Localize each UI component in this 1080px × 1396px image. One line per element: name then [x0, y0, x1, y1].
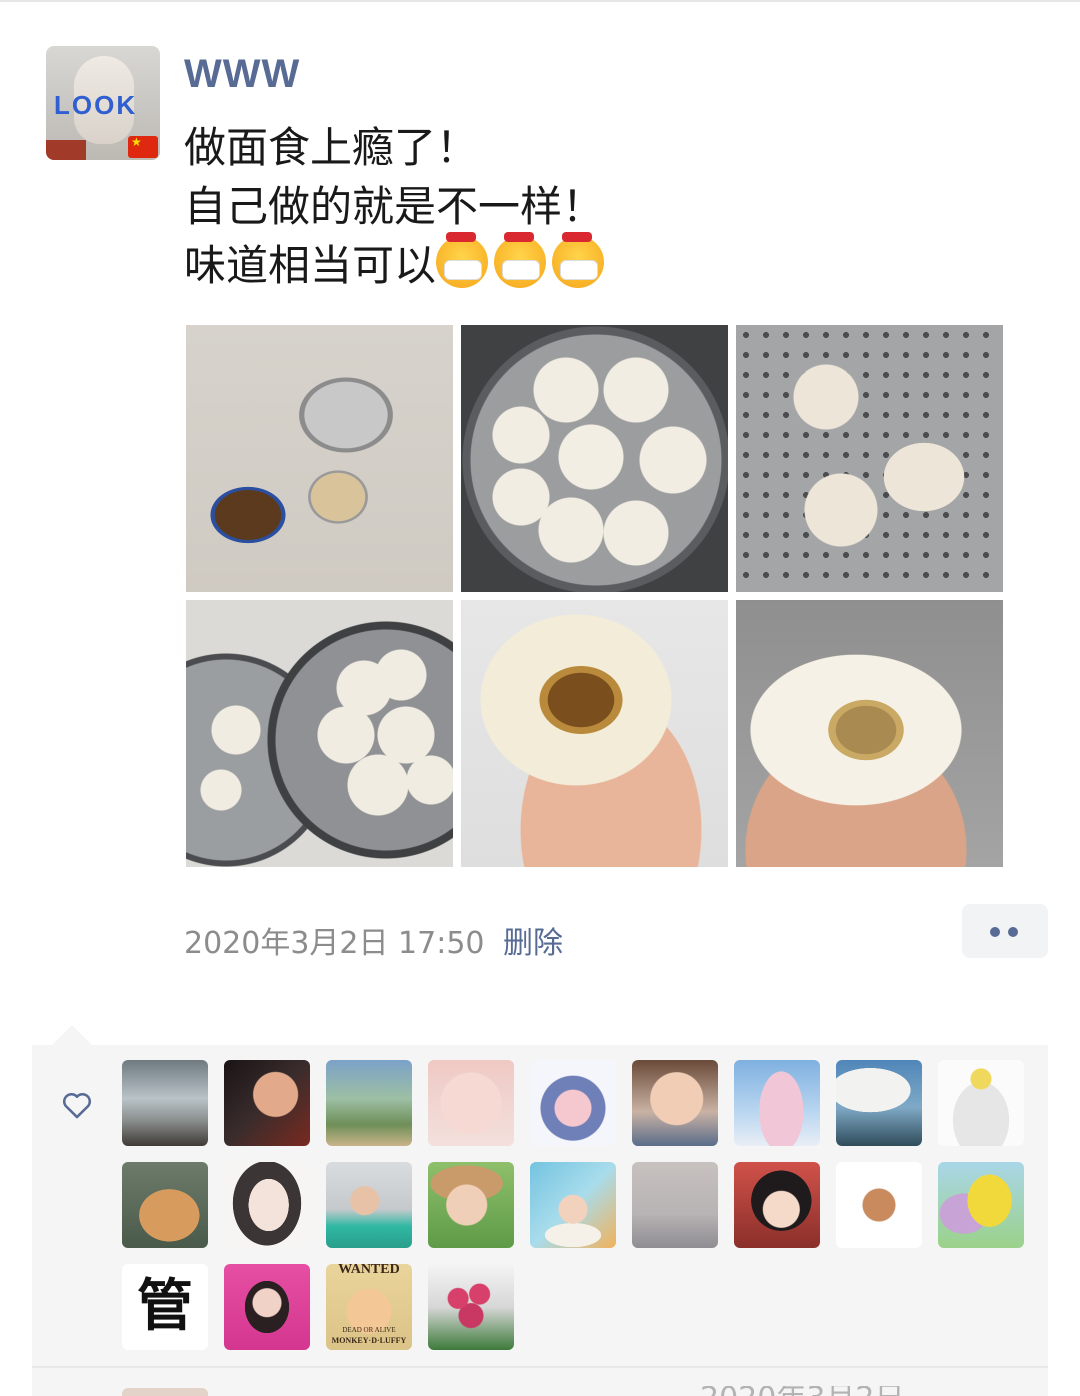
wanted-text: WANTED [338, 1264, 400, 1277]
comment-timestamp-text: 2020年3月2日 17:51 [700, 1386, 905, 1396]
username-link[interactable]: WWW [184, 52, 300, 97]
liker-avatar[interactable] [428, 1162, 514, 1248]
liker-avatar[interactable] [326, 1162, 412, 1248]
liker-avatar[interactable] [632, 1060, 718, 1146]
liker-avatar[interactable] [326, 1060, 412, 1146]
liker-avatar[interactable] [836, 1162, 922, 1248]
post-text: 做面食上瘾了！ 自己做的就是不一样！ 味道相当可以 [184, 118, 1024, 295]
liker-avatar[interactable] [122, 1162, 208, 1248]
liker-avatar[interactable]: WANTED DEAD OR ALIVE MONKEY·D·LUFFY [326, 1264, 412, 1350]
liker-avatar[interactable] [428, 1264, 514, 1350]
mask-face-emoji [552, 232, 605, 288]
liker-avatar[interactable] [428, 1060, 514, 1146]
commenter-avatar[interactable] [122, 1388, 208, 1396]
photo-2-steamer-buns[interactable] [461, 325, 728, 592]
liker-avatar-glyph: 管 [137, 1273, 193, 1339]
liker-avatar[interactable] [938, 1060, 1024, 1146]
more-dot-icon [1008, 927, 1018, 937]
liker-avatar[interactable] [632, 1162, 718, 1248]
liker-avatar[interactable] [224, 1060, 310, 1146]
photo-1-ingredients[interactable] [186, 325, 453, 592]
post-timestamp: 2020年3月2日 17:50 [184, 926, 485, 961]
avatar-look-text: LOOK [54, 90, 138, 120]
photo-6-bun-in-hand[interactable] [736, 600, 1003, 867]
liker-avatar[interactable] [836, 1060, 922, 1146]
photo-4-steamed-buns[interactable] [186, 600, 453, 867]
delete-link[interactable]: 删除 [503, 918, 563, 962]
mask-face-emoji [494, 232, 547, 288]
post-text-line-3: 味道相当可以 [184, 232, 1024, 295]
likes-comments-divider [32, 1366, 1048, 1368]
dead-or-alive-text: DEAD OR ALIVE [342, 1326, 396, 1334]
heart-outline-icon [63, 1092, 91, 1119]
photo-5-bun-in-hand[interactable] [461, 600, 728, 867]
china-flag-icon [128, 135, 158, 158]
avatar-shoulder [46, 140, 86, 160]
liker-avatar[interactable]: 管 [122, 1264, 208, 1350]
liker-avatar[interactable] [530, 1162, 616, 1248]
more-actions-button[interactable] [962, 904, 1048, 958]
user-avatar[interactable]: LOOK [46, 46, 160, 160]
liker-avatar[interactable] [224, 1264, 310, 1350]
photo-3-steamer-tray[interactable] [736, 325, 1003, 592]
comment-timestamp: 2020年3月2日 17:51 [700, 1386, 1000, 1396]
moments-post-detail: LOOK WWW 做面食上瘾了！ 自己做的就是不一样！ 味道相当可以 2020年… [0, 0, 1080, 1396]
liker-avatar[interactable] [122, 1060, 208, 1146]
likes-panel-arrow [52, 1025, 92, 1045]
post-text-line-1: 做面食上瘾了！ [184, 123, 479, 172]
luffy-name-text: MONKEY·D·LUFFY [331, 1336, 407, 1345]
mask-face-emoji [436, 232, 489, 288]
top-divider [0, 0, 1080, 2]
liker-avatar[interactable] [224, 1162, 310, 1248]
liker-avatar[interactable] [734, 1162, 820, 1248]
post-text-line-2: 自己做的就是不一样！ [184, 182, 605, 231]
liker-avatar[interactable] [938, 1162, 1024, 1248]
liker-avatar[interactable] [734, 1060, 820, 1146]
post-text-line-3-label: 味道相当可以 [184, 241, 437, 290]
liker-avatar[interactable] [530, 1060, 616, 1146]
more-dot-icon [990, 927, 1000, 937]
